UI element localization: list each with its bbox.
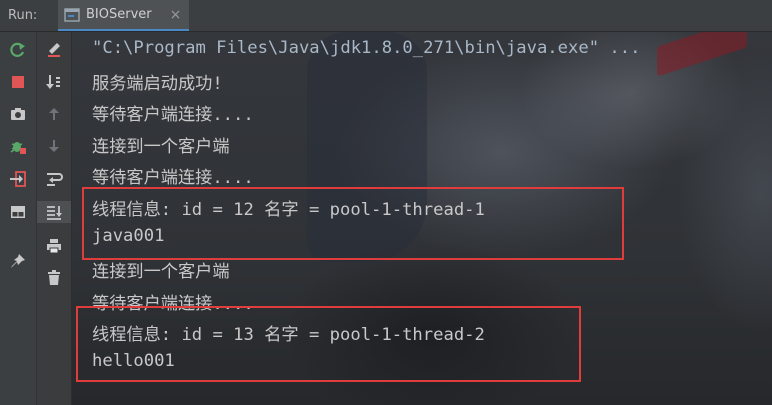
console-line: 连接到一个客户端 — [92, 262, 230, 282]
tab-label: BIOServer — [86, 7, 152, 22]
console-line: 服务端启动成功! — [92, 74, 223, 94]
dump-threads-button[interactable] — [0, 103, 36, 125]
clear-icon — [48, 43, 60, 57]
sort-button[interactable] — [37, 71, 71, 93]
sort-icon — [46, 75, 60, 89]
debug-button[interactable] — [0, 135, 36, 157]
stop-button[interactable] — [0, 71, 36, 93]
soft-wrap-icon — [47, 173, 63, 186]
highlight-box — [82, 187, 624, 260]
restore-layout-button[interactable] — [0, 201, 36, 223]
down-button[interactable] — [37, 135, 71, 157]
console-line: 等待客户端连接.... — [92, 105, 254, 125]
console-output[interactable]: "C:\Program Files\Java\jdk1.8.0_271\bin\… — [72, 32, 772, 405]
run-actions-gutter — [0, 32, 37, 405]
rerun-button[interactable] — [0, 39, 36, 61]
clear-button[interactable] — [37, 39, 71, 61]
print-icon — [47, 239, 61, 254]
run-tool-window: Run: BIOServer × "C:\Program Files\Java\… — [0, 0, 772, 405]
exit-button[interactable] — [0, 168, 36, 190]
up-button[interactable] — [37, 103, 71, 125]
pin-icon — [11, 254, 25, 268]
debug-bug-icon — [10, 142, 26, 154]
console-line: 连接到一个客户端 — [92, 137, 230, 157]
scroll-to-end-button[interactable] — [37, 201, 71, 223]
trash-icon — [48, 270, 60, 285]
stop-icon — [12, 76, 24, 88]
highlight-box — [76, 306, 581, 382]
soft-wrap-button[interactable] — [37, 168, 71, 190]
exit-icon — [10, 171, 26, 187]
layout-icon — [11, 206, 25, 218]
camera-icon — [11, 108, 25, 120]
rerun-icon — [10, 42, 25, 57]
up-arrow-icon — [49, 108, 59, 120]
close-icon[interactable]: × — [170, 8, 182, 22]
console-actions-gutter — [37, 32, 72, 405]
trash-button[interactable] — [37, 267, 71, 289]
down-arrow-icon — [49, 140, 59, 152]
console-tab-icon — [64, 7, 80, 22]
console-line: 等待客户端连接.... — [92, 168, 254, 188]
pin-tab-button[interactable] — [0, 250, 36, 272]
run-label: Run: — [8, 8, 38, 23]
run-toolbar: Run: BIOServer × — [0, 0, 772, 32]
background-image-accent — [657, 32, 747, 77]
console-line: "C:\Program Files\Java\jdk1.8.0_271\bin\… — [92, 38, 641, 58]
tab-bioserver[interactable]: BIOServer × — [58, 0, 190, 31]
print-button[interactable] — [37, 235, 71, 257]
scroll-to-end-icon — [47, 206, 62, 220]
